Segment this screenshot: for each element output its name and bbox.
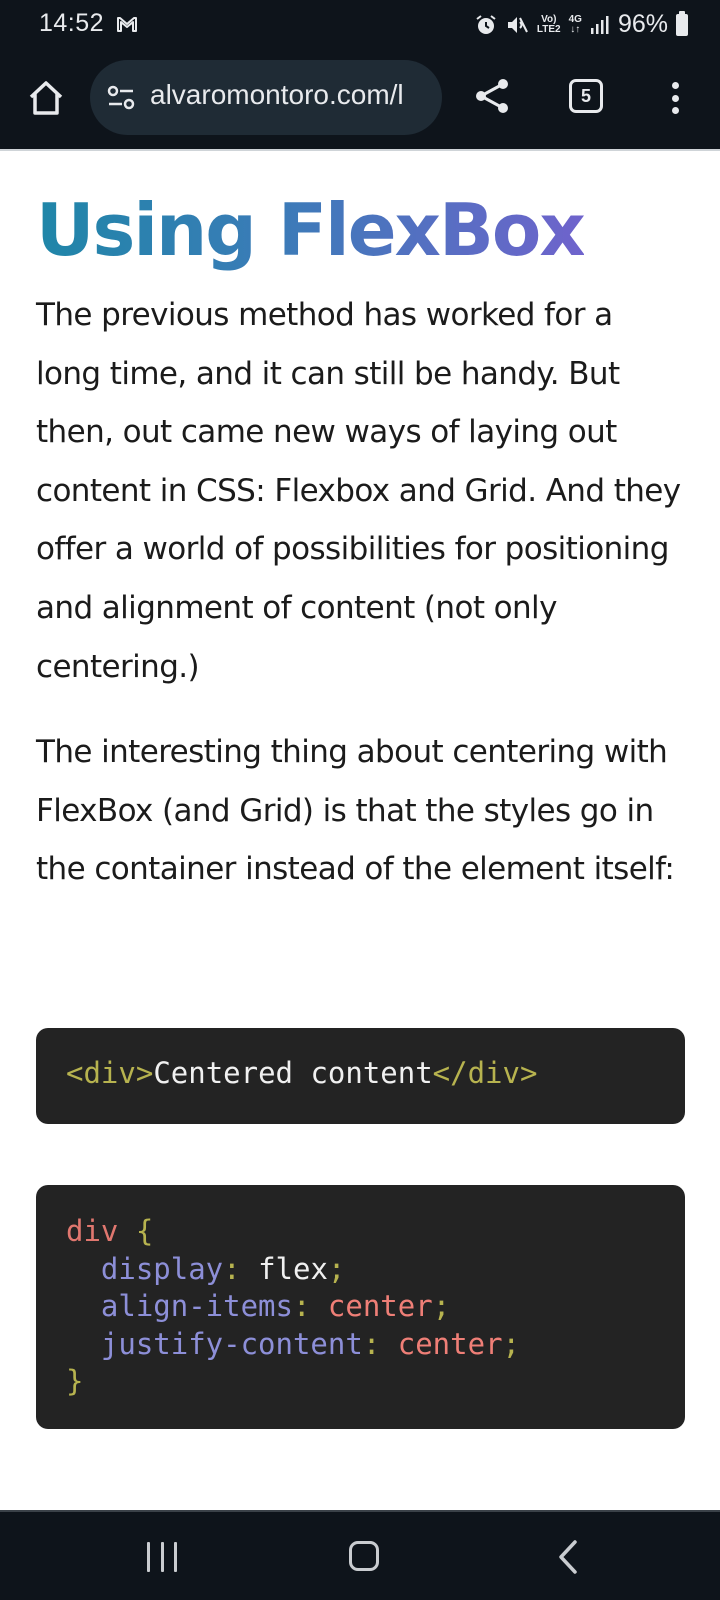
- code-line: align-items: center;: [66, 1288, 655, 1326]
- network-indicator: 4G ↓↑: [568, 13, 582, 35]
- code-block-css: div { display: flex; align-items: center…: [36, 1185, 685, 1429]
- menu-dot: [671, 94, 679, 102]
- volte-bottom: LTE2: [536, 23, 561, 35]
- code-property: justify-content: [100, 1326, 363, 1361]
- recents-bar: [147, 1542, 150, 1572]
- code-value: center: [327, 1289, 433, 1323]
- code-close-tag: </div>: [432, 1056, 538, 1090]
- signal-icon: [590, 15, 609, 34]
- code-colon: :: [292, 1289, 311, 1323]
- browser-toolbar: alvaromontoro.com/l 5: [0, 50, 720, 149]
- toolbar-divider: [0, 149, 720, 151]
- paragraph: The previous method has worked for a lon…: [36, 297, 681, 685]
- code-line: div {: [66, 1213, 655, 1251]
- system-nav-bar: [0, 1510, 720, 1600]
- code-line: display: flex;: [66, 1251, 655, 1289]
- code-property: align-items: [100, 1289, 293, 1323]
- code-value: center: [397, 1326, 503, 1361]
- code-value: flex: [258, 1251, 328, 1286]
- code-brace: {: [118, 1214, 154, 1248]
- code-colon: :: [362, 1326, 381, 1361]
- network-type: 4G: [568, 13, 582, 25]
- recents-icon[interactable]: [147, 1542, 177, 1572]
- menu-dot: [671, 82, 679, 89]
- nav-home-icon[interactable]: [349, 1541, 379, 1571]
- code-colon: :: [223, 1251, 241, 1286]
- share-icon[interactable]: [472, 76, 512, 116]
- recents-bar: [160, 1542, 164, 1572]
- code-block-html: <div>Centered content</div>: [36, 1028, 685, 1124]
- status-bar: 14:52 Vo) LTE2 4G ↓↑ 96%: [0, 0, 720, 50]
- address-bar[interactable]: alvaromontoro.com/l: [90, 60, 442, 135]
- home-icon[interactable]: [26, 78, 66, 118]
- status-icons: Vo) LTE2 4G ↓↑ 96%: [475, 10, 688, 39]
- alarm-icon: [476, 14, 496, 34]
- url-text[interactable]: alvaromontoro.com/l: [150, 79, 404, 111]
- article-heading: Using FlexBox: [36, 188, 586, 272]
- paragraph: The interesting thing about centering wi…: [36, 734, 675, 888]
- more-vert-icon[interactable]: [663, 78, 687, 118]
- recents-bar: [174, 1542, 177, 1572]
- back-icon[interactable]: [553, 1539, 583, 1575]
- battery-icon: [676, 10, 688, 36]
- code-semicolon: ;: [327, 1251, 346, 1286]
- site-settings-icon[interactable]: [106, 84, 136, 112]
- battery-percent: 96%: [617, 10, 668, 38]
- tab-switcher-button[interactable]: 5: [569, 79, 603, 113]
- code-text: Centered content: [153, 1056, 433, 1090]
- data-arrows-icon: ↓↑: [570, 23, 581, 35]
- volte-top: Vo): [541, 13, 557, 25]
- code-open-tag: <div>: [66, 1056, 154, 1090]
- mute-icon: [507, 16, 528, 33]
- code-line: }: [66, 1363, 655, 1401]
- code-selector: div: [66, 1214, 119, 1248]
- status-time: 14:52: [39, 9, 105, 37]
- code-line: justify-content: center;: [66, 1326, 655, 1364]
- menu-dot: [671, 107, 679, 114]
- code-brace: }: [66, 1364, 84, 1398]
- code-semicolon: ;: [432, 1289, 451, 1323]
- code-property: display: [100, 1251, 224, 1286]
- gmail-icon: [117, 17, 137, 32]
- volte-indicator: Vo) LTE2: [536, 13, 561, 35]
- code-semicolon: ;: [502, 1326, 520, 1361]
